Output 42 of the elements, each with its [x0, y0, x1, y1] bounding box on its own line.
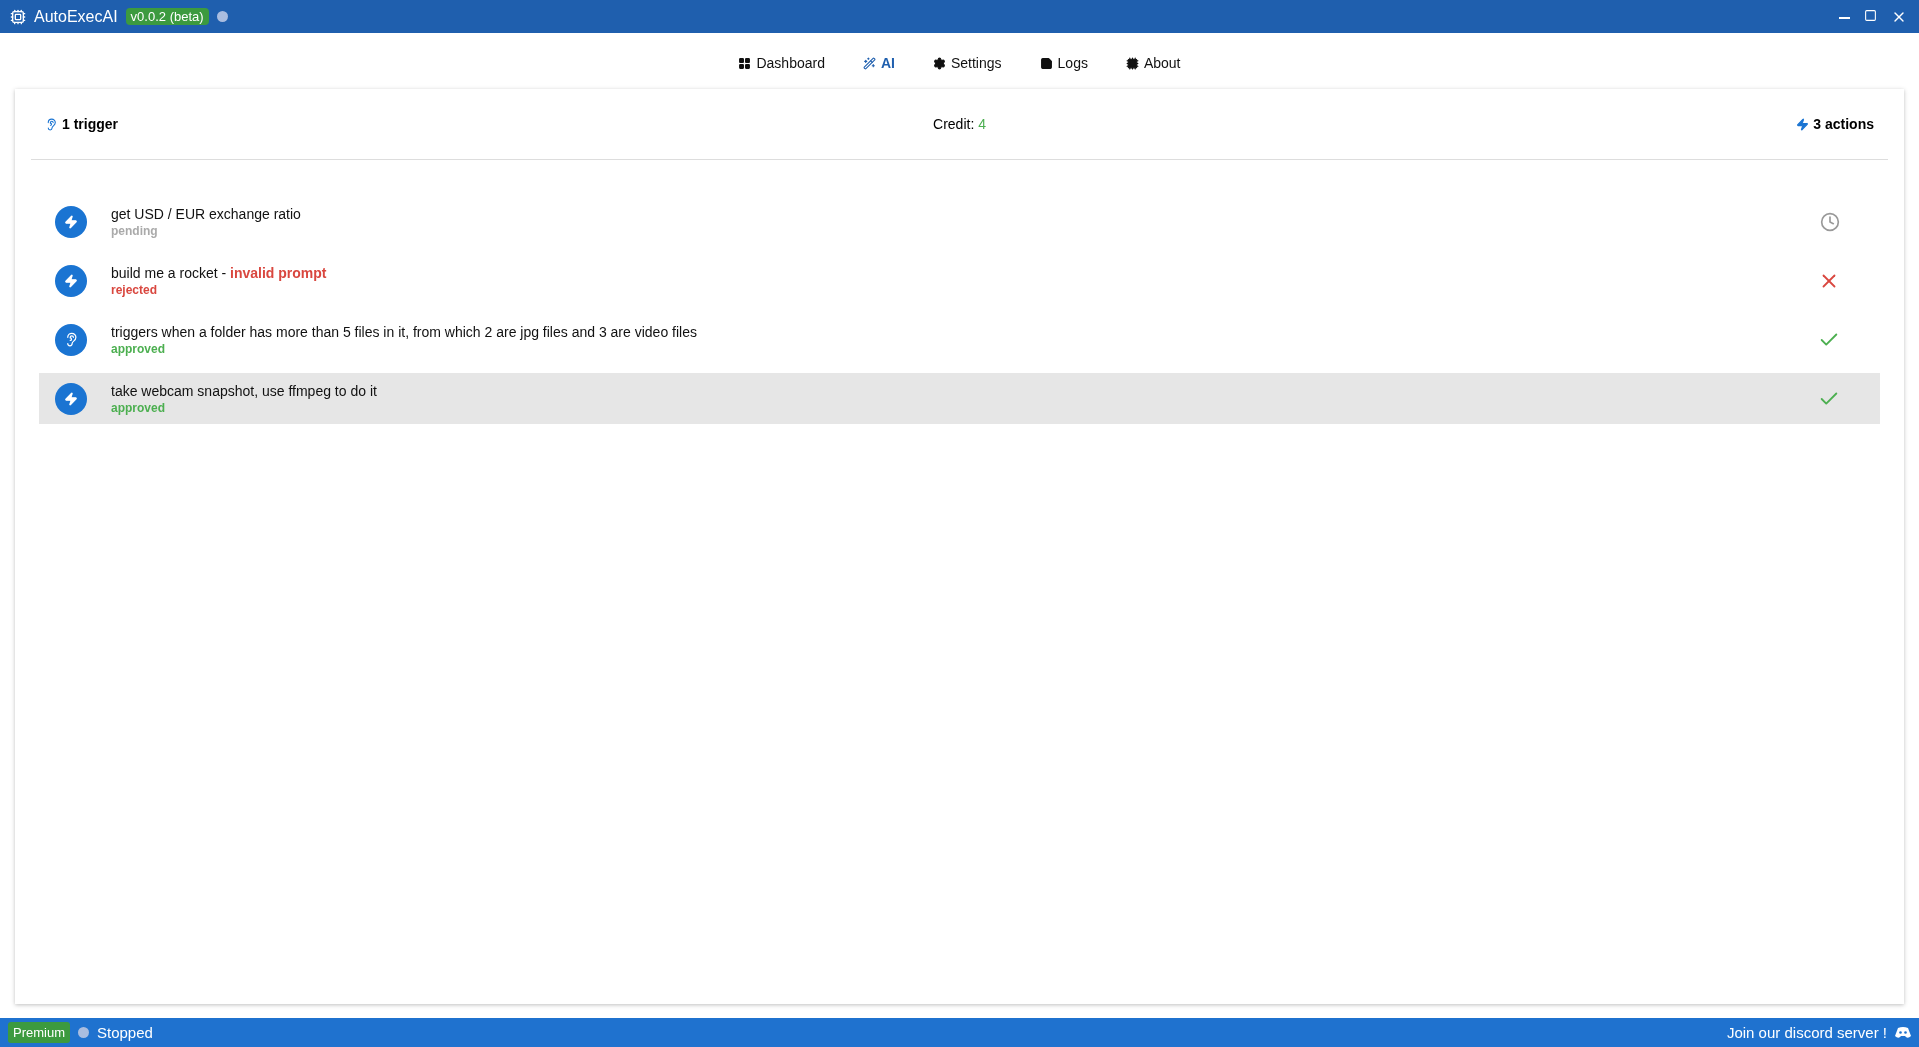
ear-icon	[45, 117, 58, 131]
prompt-status: pending	[111, 223, 159, 238]
nav-tab[interactable]: About	[1121, 53, 1185, 73]
minimize-icon	[1839, 16, 1850, 19]
lightning-icon	[55, 264, 87, 297]
lightning-icon	[55, 205, 87, 238]
prompt-text: get USD / EUR exchange ratio	[111, 205, 301, 222]
ear-icon	[55, 323, 87, 356]
prompt-text: take webcam snapshot, use ffmpeg to do it	[111, 382, 377, 399]
plan-badge: Premium	[8, 1022, 70, 1043]
maximize-icon	[1864, 8, 1877, 22]
lightning-icon	[1796, 117, 1810, 131]
prompt-row[interactable]: get USD / EUR exchange ratio pending	[39, 196, 1880, 247]
prompt-text: build me a rocket - invalid prompt	[111, 264, 327, 281]
nav-tab[interactable]: Settings	[928, 53, 1006, 73]
nav-tab[interactable]: Dashboard	[734, 53, 829, 73]
nav-tab[interactable]: AI	[858, 53, 899, 73]
nav-tab[interactable]: Logs	[1035, 53, 1092, 73]
note-icon	[1039, 56, 1053, 70]
status-dot	[216, 11, 228, 22]
prompt-status: approved	[111, 341, 166, 356]
version-badge: v0.0.2 (beta)	[125, 8, 209, 25]
prompt-text: triggers when a folder has more than 5 files in it, from which 2 are jpg files and 3 are video files	[111, 323, 697, 340]
prompt-status: approved	[111, 400, 166, 415]
lightning-icon	[55, 382, 87, 415]
trigger-count-text: 1 trigger	[62, 116, 118, 132]
window-title: AutoExecAI	[34, 7, 118, 26]
clock-icon	[1820, 211, 1840, 232]
magic-wand-icon	[862, 56, 876, 70]
prompt-row[interactable]: build me a rocket - invalid prompt rejected	[39, 255, 1880, 306]
chip-icon	[1125, 56, 1139, 70]
discord-link[interactable]: Join our discord server !	[1726, 1024, 1911, 1041]
action-count-text: 3 actions	[1813, 116, 1874, 132]
run-state-text: Stopped	[97, 1024, 153, 1041]
gamepad-icon	[1895, 1026, 1911, 1039]
prompt-status: rejected	[111, 282, 159, 297]
prompt-row[interactable]: triggers when a folder has more than 5 files in it, from which 2 are jpg files and 3 are video files approved	[39, 314, 1880, 365]
grid-icon	[738, 56, 752, 70]
prompt-row[interactable]: take webcam snapshot, use ffmpeg to do it approved	[39, 373, 1880, 424]
app-logo-icon	[10, 8, 26, 25]
gear-icon	[932, 56, 946, 70]
credit-text: Credit: 4	[933, 116, 986, 132]
